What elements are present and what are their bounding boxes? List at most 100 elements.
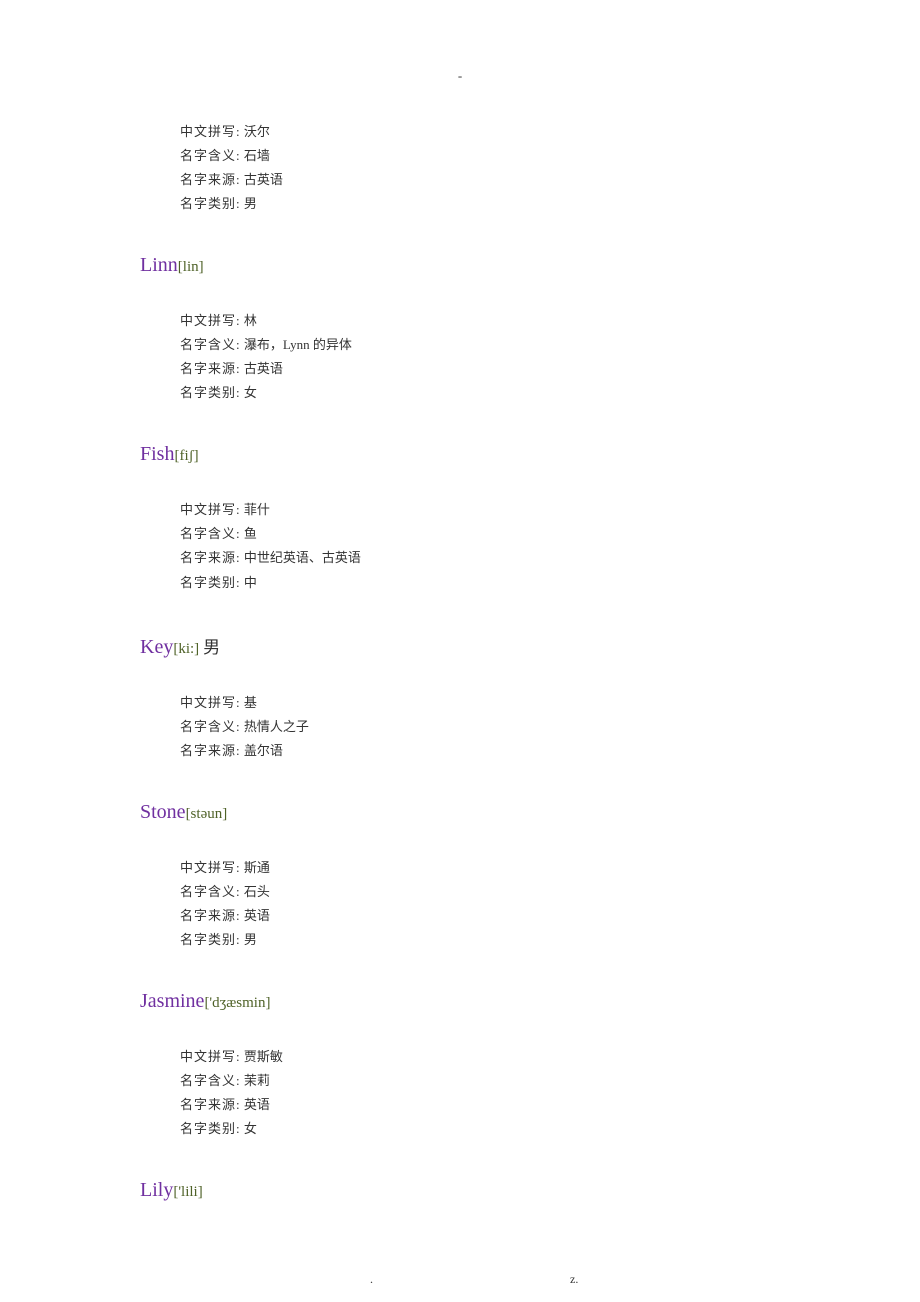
row-label: 名字类别: — [180, 932, 241, 947]
entry-pronunciation: ['dʒæsmin] — [204, 995, 270, 1011]
row-label: 名字含义: — [180, 337, 241, 352]
entry-heading: Linn[lin] — [140, 254, 780, 277]
row-value: 石墙 — [244, 148, 270, 163]
row-label: 中文拼写: — [180, 1049, 241, 1064]
entry-name: Jasmine — [140, 990, 204, 1012]
row-label: 名字来源: — [180, 743, 241, 758]
entry-heading: Lily['lili] — [140, 1179, 780, 1202]
detail-row: 名字类别: 中 — [180, 571, 780, 595]
row-label: 中文拼写: — [180, 313, 241, 328]
row-label: 中文拼写: — [180, 695, 241, 710]
row-label: 名字含义: — [180, 884, 241, 899]
footer-z: z. — [570, 1272, 578, 1287]
detail-row: 名字来源: 英语 — [180, 904, 780, 928]
detail-row: 名字来源: 古英语 — [180, 357, 780, 381]
entry-extra: 男 — [203, 638, 220, 657]
detail-row: 名字含义: 鱼 — [180, 522, 780, 546]
name-entry: Fish[fiʃ] 中文拼写: 菲什 名字含义: 鱼 名字来源: 中世纪英语、古… — [140, 443, 780, 594]
name-entry: Linn[lin] 中文拼写: 林 名字含义: 瀑布，Lynn 的异体 名字来源… — [140, 254, 780, 405]
entry-details: 中文拼写: 斯通 名字含义: 石头 名字来源: 英语 名字类别: 男 — [140, 856, 780, 952]
row-value: 沃尔 — [244, 124, 270, 139]
row-value: 斯通 — [244, 860, 270, 875]
row-value: 石头 — [244, 884, 270, 899]
name-entry: 中文拼写: 沃尔 名字含义: 石墙 名字来源: 古英语 名字类别: 男 — [140, 120, 780, 216]
entry-name: Fish — [140, 443, 174, 465]
row-value: 林 — [244, 313, 257, 328]
footer-dot: . — [370, 1272, 373, 1287]
entry-details: 中文拼写: 贾斯敏 名字含义: 茉莉 名字来源: 英语 名字类别: 女 — [140, 1045, 780, 1141]
row-value: 鱼 — [244, 526, 257, 541]
entry-details: 中文拼写: 林 名字含义: 瀑布，Lynn 的异体 名字来源: 古英语 名字类别… — [140, 309, 780, 405]
entry-name: Lily — [140, 1179, 173, 1201]
detail-row: 中文拼写: 斯通 — [180, 856, 780, 880]
row-value: 古英语 — [244, 172, 283, 187]
row-value: 男 — [244, 196, 257, 211]
entry-heading: Key[ki:]男 — [140, 633, 780, 659]
row-value: 瀑布，Lynn 的异体 — [244, 337, 352, 352]
detail-row: 中文拼写: 贾斯敏 — [180, 1045, 780, 1069]
entry-details: 中文拼写: 沃尔 名字含义: 石墙 名字来源: 古英语 名字类别: 男 — [140, 120, 780, 216]
row-value: 茉莉 — [244, 1073, 270, 1088]
entry-details: 中文拼写: 基 名字含义: 热情人之子 名字来源: 盖尔语 — [140, 691, 780, 763]
row-label: 名字来源: — [180, 550, 241, 565]
name-entry: Jasmine['dʒæsmin] 中文拼写: 贾斯敏 名字含义: 茉莉 名字来… — [140, 990, 780, 1141]
row-value: 男 — [244, 932, 257, 947]
detail-row: 名字类别: 男 — [180, 928, 780, 952]
detail-row: 中文拼写: 菲什 — [180, 498, 780, 522]
row-value: 基 — [244, 695, 257, 710]
row-value: 中世纪英语、古英语 — [244, 550, 361, 565]
entry-pronunciation: [stəun] — [186, 806, 228, 822]
row-label: 名字来源: — [180, 1097, 241, 1112]
name-entry: Key[ki:]男 中文拼写: 基 名字含义: 热情人之子 名字来源: 盖尔语 — [140, 633, 780, 763]
row-value: 女 — [244, 385, 257, 400]
row-value: 贾斯敏 — [244, 1049, 283, 1064]
row-label: 名字类别: — [180, 385, 241, 400]
name-entry: Stone[stəun] 中文拼写: 斯通 名字含义: 石头 名字来源: 英语 … — [140, 801, 780, 952]
detail-row: 名字含义: 石头 — [180, 880, 780, 904]
entry-heading: Stone[stəun] — [140, 801, 780, 824]
detail-row: 名字来源: 盖尔语 — [180, 739, 780, 763]
row-label: 名字类别: — [180, 196, 241, 211]
page-header-mark: - — [0, 68, 920, 84]
detail-row: 中文拼写: 基 — [180, 691, 780, 715]
row-label: 名字来源: — [180, 172, 241, 187]
detail-row: 名字含义: 石墙 — [180, 144, 780, 168]
entry-name: Linn — [140, 254, 178, 276]
row-label: 中文拼写: — [180, 124, 241, 139]
entry-name: Key — [140, 636, 173, 658]
row-label: 中文拼写: — [180, 502, 241, 517]
detail-row: 名字含义: 热情人之子 — [180, 715, 780, 739]
row-value: 盖尔语 — [244, 743, 283, 758]
detail-row: 名字含义: 茉莉 — [180, 1069, 780, 1093]
row-value: 英语 — [244, 908, 270, 923]
entry-details: 中文拼写: 菲什 名字含义: 鱼 名字来源: 中世纪英语、古英语 名字类别: 中 — [140, 498, 780, 594]
row-value: 英语 — [244, 1097, 270, 1112]
row-value: 菲什 — [244, 502, 270, 517]
entry-pronunciation: ['lili] — [173, 1184, 202, 1200]
detail-row: 名字含义: 瀑布，Lynn 的异体 — [180, 333, 780, 357]
entry-pronunciation: [lin] — [178, 259, 204, 275]
row-value: 中 — [244, 575, 257, 590]
row-label: 名字含义: — [180, 1073, 241, 1088]
page-content: 中文拼写: 沃尔 名字含义: 石墙 名字来源: 古英语 名字类别: 男 Linn… — [0, 0, 920, 1202]
entry-heading: Jasmine['dʒæsmin] — [140, 990, 780, 1013]
entry-pronunciation: [ki:] — [173, 641, 199, 657]
detail-row: 名字类别: 男 — [180, 192, 780, 216]
entry-name: Stone — [140, 801, 186, 823]
row-value: 古英语 — [244, 361, 283, 376]
entry-pronunciation: [fiʃ] — [174, 448, 198, 464]
row-label: 名字来源: — [180, 908, 241, 923]
detail-row: 名字来源: 中世纪英语、古英语 — [180, 546, 780, 570]
detail-row: 名字类别: 女 — [180, 381, 780, 405]
row-value: 热情人之子 — [244, 719, 309, 734]
row-label: 中文拼写: — [180, 860, 241, 875]
detail-row: 名字来源: 英语 — [180, 1093, 780, 1117]
detail-row: 名字类别: 女 — [180, 1117, 780, 1141]
row-label: 名字类别: — [180, 575, 241, 590]
entry-heading: Fish[fiʃ] — [140, 443, 780, 466]
row-label: 名字来源: — [180, 361, 241, 376]
row-label: 名字含义: — [180, 148, 241, 163]
name-entry: Lily['lili] — [140, 1179, 780, 1202]
row-value: 女 — [244, 1121, 257, 1136]
row-label: 名字类别: — [180, 1121, 241, 1136]
